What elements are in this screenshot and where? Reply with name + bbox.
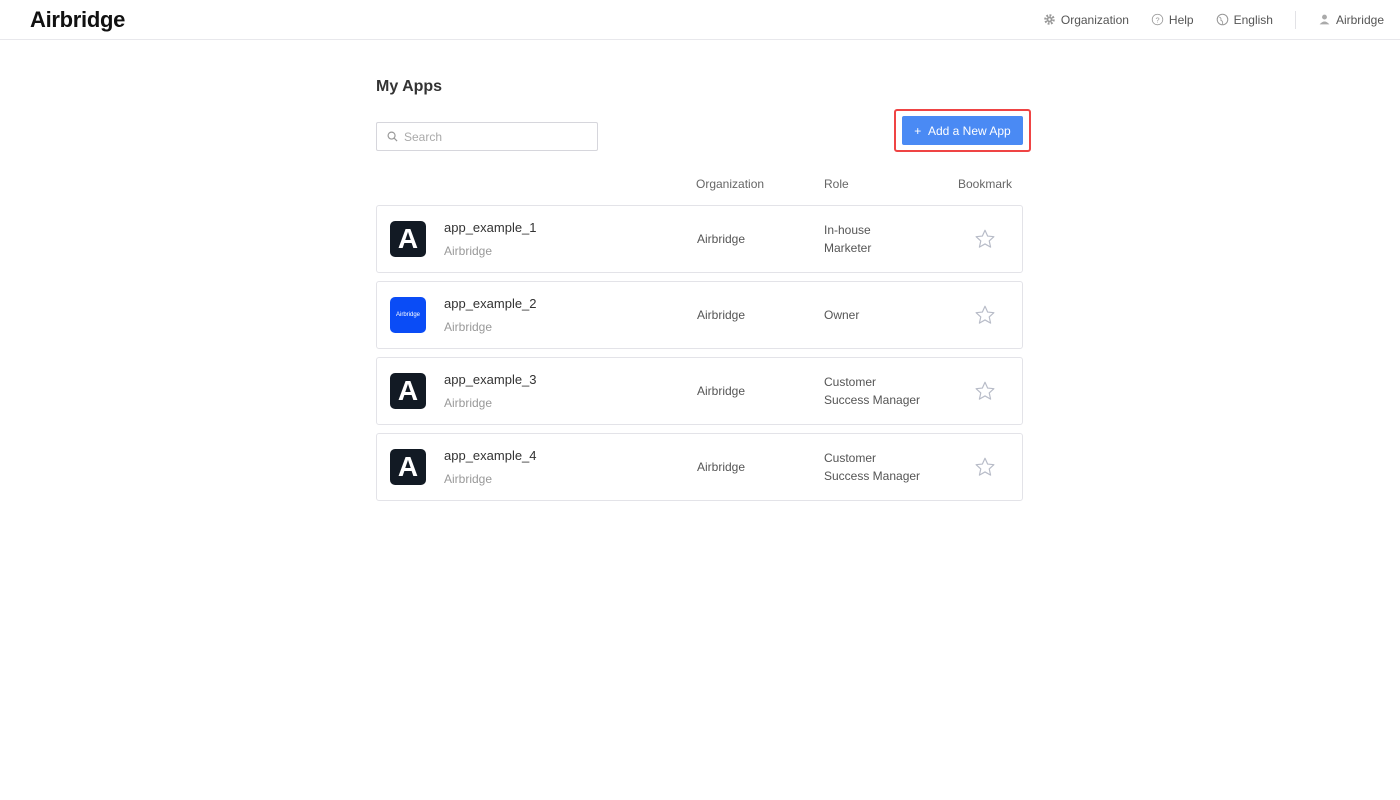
app-role: Owner [824, 306, 934, 324]
app-logo-text: Airbridge [395, 312, 420, 318]
top-bar: Airbridge Organization ? Help English Ai… [0, 0, 1400, 40]
app-name[interactable]: app_example_1 [444, 220, 537, 235]
highlight-box: + Add a New App [894, 109, 1031, 152]
role-line-2: Success Manager [824, 469, 921, 483]
nav-divider [1294, 10, 1296, 29]
nav-user-label: Airbridge [1335, 12, 1384, 27]
app-role: Customer Success Manager [824, 373, 934, 409]
app-row[interactable]: A app_example_1 Airbridge Airbridge In-h… [376, 205, 1023, 273]
bookmark-star-icon[interactable] [974, 304, 996, 326]
table-header: Organization Role Bookmark [376, 177, 1023, 197]
app-row[interactable]: Airbridge app_example_2 Airbridge Airbri… [376, 281, 1023, 349]
nav-language[interactable]: English [1216, 13, 1273, 27]
app-logo: A [390, 449, 426, 485]
nav-organization[interactable]: Organization [1043, 13, 1129, 27]
search-box[interactable] [376, 122, 598, 151]
bookmark-star-icon[interactable] [974, 456, 996, 478]
svg-text:?: ? [1155, 15, 1159, 24]
app-name[interactable]: app_example_4 [444, 448, 537, 463]
gear-icon [1044, 14, 1055, 25]
search-icon [387, 131, 398, 142]
top-nav: Organization ? Help English Airbridge [1021, 10, 1384, 29]
role-line-2: Success Manager [824, 393, 921, 407]
my-apps-section: My Apps + Add a New App Organization Rol… [376, 78, 1031, 501]
app-logo: A [390, 373, 426, 409]
column-bookmark: Bookmark [958, 177, 1013, 191]
app-logo-text: A [397, 451, 419, 482]
app-logo-text: A [397, 375, 419, 406]
app-organization: Airbridge [697, 232, 746, 246]
globe-icon [1216, 13, 1228, 26]
role-line-1: Owner [824, 308, 860, 322]
role-line-1: Customer [824, 375, 877, 389]
column-role: Role [824, 177, 849, 191]
app-logo: Airbridge [390, 297, 426, 333]
nav-help-label: Help [1168, 12, 1194, 27]
nav-organization-label: Organization [1060, 12, 1129, 27]
app-organization: Airbridge [697, 460, 746, 474]
add-new-app-label: Add a New App [927, 123, 1011, 138]
app-org-sub: Airbridge [444, 320, 493, 334]
app-row[interactable]: A app_example_3 Airbridge Airbridge Cust… [376, 357, 1023, 425]
app-name[interactable]: app_example_2 [444, 296, 537, 311]
nav-language-label: English [1233, 12, 1273, 27]
user-icon [1319, 14, 1330, 25]
app-organization: Airbridge [697, 384, 746, 398]
role-line-2: Marketer [824, 241, 872, 255]
app-organization: Airbridge [697, 308, 746, 322]
app-name[interactable]: app_example_3 [444, 372, 537, 387]
plus-icon: + [914, 123, 928, 138]
add-new-app-button[interactable]: + Add a New App [902, 116, 1023, 145]
help-icon: ? [1151, 13, 1164, 26]
role-line-1: In-house [824, 223, 871, 237]
app-row[interactable]: A app_example_4 Airbridge Airbridge Cust… [376, 433, 1023, 501]
app-org-sub: Airbridge [444, 472, 493, 486]
app-role: Customer Success Manager [824, 449, 934, 485]
bookmark-star-icon[interactable] [974, 380, 996, 402]
column-organization: Organization [696, 177, 765, 191]
airbridge-logo[interactable]: Airbridge [30, 7, 125, 33]
nav-user[interactable]: Airbridge [1318, 13, 1384, 27]
role-line-1: Customer [824, 451, 877, 465]
app-org-sub: Airbridge [444, 244, 493, 258]
app-org-sub: Airbridge [444, 396, 493, 410]
app-role: In-house Marketer [824, 221, 934, 257]
app-logo: A [390, 221, 426, 257]
app-logo-text: A [397, 223, 419, 254]
nav-help[interactable]: ? Help [1151, 13, 1194, 27]
bookmark-star-icon[interactable] [974, 228, 996, 250]
page-title: My Apps [376, 78, 443, 95]
search-input[interactable] [404, 129, 584, 144]
